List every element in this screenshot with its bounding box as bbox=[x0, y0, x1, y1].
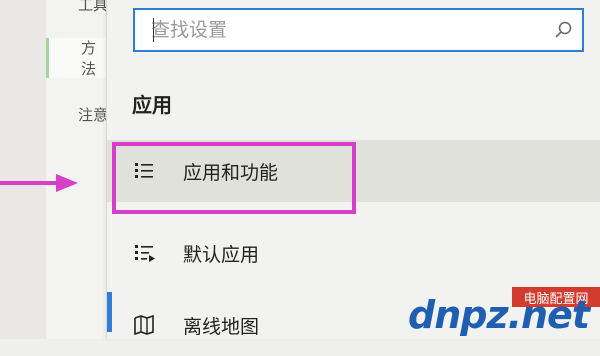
nav-label: 离线地图 bbox=[183, 315, 260, 338]
nav-item-default-apps[interactable]: 默认应用 bbox=[107, 222, 600, 284]
background-item-selected[interactable]: 方法 bbox=[46, 38, 110, 78]
arrow-icon bbox=[0, 174, 78, 192]
background-item[interactable]: 工具 bbox=[46, 0, 110, 24]
section-title: 应用 bbox=[132, 93, 172, 117]
watermark-logo: 电脑配置网 dnpz.net bbox=[408, 283, 600, 339]
nav-label: 默认应用 bbox=[183, 243, 260, 266]
search-box[interactable] bbox=[133, 8, 584, 52]
highlight-box bbox=[112, 142, 356, 214]
search-icon[interactable] bbox=[554, 21, 572, 39]
offline-maps-icon bbox=[134, 314, 154, 336]
text-caret bbox=[153, 18, 154, 42]
watermark-site: dnpz.net bbox=[408, 293, 590, 337]
default-apps-icon bbox=[135, 245, 155, 262]
background-item[interactable]: 注意 bbox=[46, 94, 110, 134]
search-input[interactable] bbox=[135, 9, 533, 51]
